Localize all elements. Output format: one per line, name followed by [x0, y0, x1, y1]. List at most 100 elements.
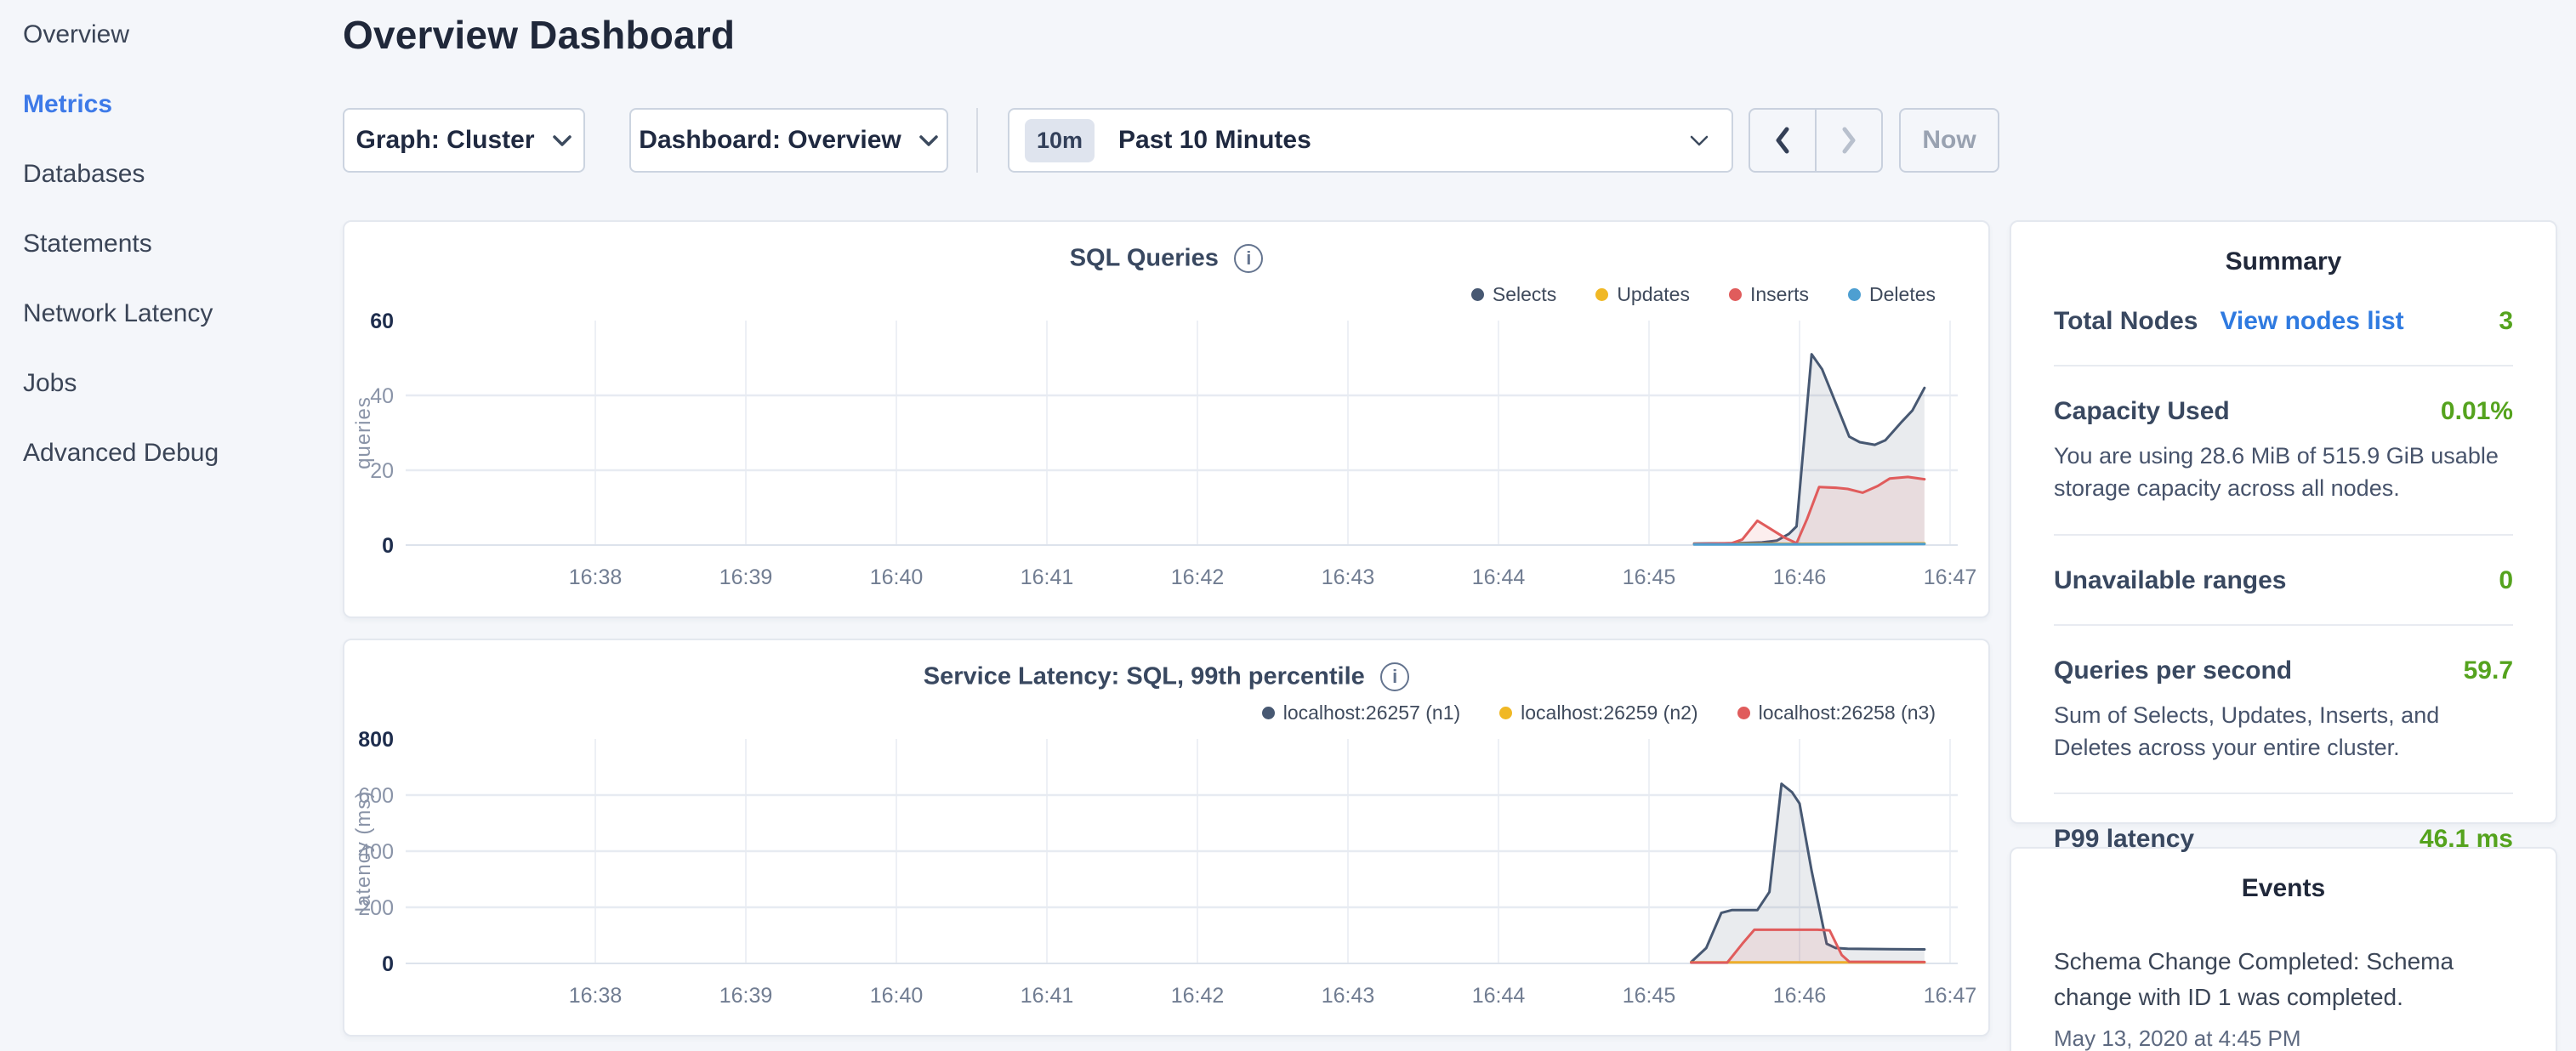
svg-text:16:41: 16:41 — [1021, 984, 1074, 1008]
svg-text:16:44: 16:44 — [1472, 565, 1526, 589]
graph-scope-dropdown[interactable]: Graph: Cluster — [343, 108, 585, 173]
svg-text:16:45: 16:45 — [1623, 984, 1676, 1008]
chevron-down-icon — [1689, 134, 1709, 147]
svg-text:queries: queries — [352, 396, 375, 469]
legend-dot-icon — [1595, 288, 1608, 301]
view-nodes-list-link[interactable]: View nodes list — [2220, 307, 2403, 336]
legend-label: Inserts — [1750, 283, 1809, 306]
summary-value: 3 — [2499, 307, 2513, 336]
summary-value: 46.1 ms — [2420, 825, 2513, 854]
svg-text:16:42: 16:42 — [1171, 565, 1225, 589]
event-timestamp: May 13, 2020 at 4:45 PM — [2054, 1025, 2513, 1051]
events-title: Events — [2054, 849, 2513, 903]
legend-label: Selects — [1493, 283, 1556, 306]
chevron-right-icon — [1840, 127, 1857, 154]
time-step-back-button[interactable] — [1750, 110, 1815, 171]
svg-text:16:38: 16:38 — [569, 984, 623, 1008]
sidebar-item-overview[interactable]: Overview — [0, 0, 323, 70]
dashboard-label: Dashboard: Overview — [639, 126, 901, 155]
svg-text:16:39: 16:39 — [719, 984, 773, 1008]
service-latency-chart-card: Service Latency: SQL, 99th percentile i … — [343, 639, 1990, 1037]
svg-text:0: 0 — [382, 534, 394, 558]
legend-item[interactable]: Deletes — [1848, 281, 1936, 307]
legend-item[interactable]: localhost:26258 (n3) — [1737, 700, 1936, 725]
sidebar-item-statements[interactable]: Statements — [0, 209, 323, 279]
sidebar-item-databases[interactable]: Databases — [0, 139, 323, 209]
summary-panel: Summary Total Nodes View nodes list 3 Ca… — [2010, 220, 2557, 824]
page-title: Overview Dashboard — [343, 12, 2557, 58]
svg-text:16:40: 16:40 — [870, 984, 924, 1008]
summary-row-total-nodes: Total Nodes View nodes list 3 — [2054, 276, 2513, 365]
now-button[interactable]: Now — [1899, 108, 1999, 173]
service-latency-chart[interactable]: 0200400600800latency (ms)16:3816:3916:40… — [344, 725, 1988, 1023]
svg-text:0: 0 — [382, 952, 394, 976]
events-panel: Events Schema Change Completed: Schema c… — [2010, 847, 2557, 1051]
summary-row-capacity-used: Capacity Used 0.01% You are using 28.6 M… — [2054, 365, 2513, 534]
legend-item[interactable]: localhost:26259 (n2) — [1499, 700, 1697, 725]
summary-label: Capacity Used — [2054, 397, 2230, 426]
chart-legend: Selects Updates Inserts Deletes — [344, 281, 1988, 307]
event-list-item[interactable]: Schema Change Completed: Schema change w… — [2054, 944, 2513, 1051]
summary-label: Unavailable ranges — [2054, 566, 2286, 595]
summary-title: Summary — [2054, 222, 2513, 276]
svg-text:16:47: 16:47 — [1924, 565, 1977, 589]
svg-text:16:41: 16:41 — [1021, 565, 1074, 589]
summary-label: P99 latency — [2054, 825, 2194, 854]
svg-text:16:45: 16:45 — [1623, 565, 1676, 589]
svg-text:60: 60 — [370, 310, 394, 333]
dashboard-dropdown[interactable]: Dashboard: Overview — [629, 108, 948, 173]
sidebar-item-advanced-debug[interactable]: Advanced Debug — [0, 418, 323, 488]
legend-dot-icon — [1499, 707, 1512, 719]
sidebar-item-metrics[interactable]: Metrics — [0, 70, 323, 139]
legend-item[interactable]: Updates — [1595, 281, 1690, 307]
controls-bar: Graph: Cluster Dashboard: Overview 10m P… — [343, 108, 2557, 173]
chevron-down-icon — [918, 134, 939, 147]
svg-text:16:43: 16:43 — [1322, 984, 1375, 1008]
summary-row-unavailable-ranges: Unavailable ranges 0 — [2054, 534, 2513, 624]
main-content: Overview Dashboard Graph: Cluster Dashbo… — [343, 0, 2557, 1051]
chart-title-row: SQL Queries i — [344, 244, 1988, 278]
summary-value: 59.7 — [2464, 656, 2513, 685]
legend-dot-icon — [1262, 707, 1275, 719]
svg-text:800: 800 — [358, 728, 394, 752]
svg-text:16:46: 16:46 — [1773, 984, 1827, 1008]
svg-text:16:38: 16:38 — [569, 565, 623, 589]
graph-scope-label: Graph: Cluster — [355, 126, 534, 155]
time-step-forward-button[interactable] — [1815, 110, 1881, 171]
summary-value: 0.01% — [2441, 397, 2513, 426]
time-range-selector[interactable]: 10m Past 10 Minutes — [1008, 108, 1733, 173]
svg-text:16:40: 16:40 — [870, 565, 924, 589]
legend-label: localhost:26257 (n1) — [1283, 702, 1460, 724]
legend-label: Deletes — [1869, 283, 1936, 306]
summary-row-queries-per-second: Queries per second 59.7 Sum of Selects, … — [2054, 624, 2513, 793]
time-step-buttons — [1749, 108, 1883, 173]
svg-text:16:39: 16:39 — [719, 565, 773, 589]
summary-label: Queries per second — [2054, 656, 2292, 685]
svg-text:16:44: 16:44 — [1472, 984, 1526, 1008]
time-range-label: Past 10 Minutes — [1118, 126, 1689, 155]
svg-text:16:43: 16:43 — [1322, 565, 1375, 589]
controls-divider — [976, 108, 978, 173]
summary-value: 0 — [2499, 566, 2513, 595]
legend-label: localhost:26258 (n3) — [1759, 702, 1936, 724]
svg-text:16:46: 16:46 — [1773, 565, 1827, 589]
legend-item[interactable]: Selects — [1471, 281, 1556, 307]
summary-subtext: Sum of Selects, Updates, Inserts, and De… — [2054, 699, 2513, 764]
chart-title: SQL Queries — [1070, 245, 1219, 272]
sql-queries-chart[interactable]: 0204060queries16:3816:3916:4016:4116:421… — [344, 307, 1988, 605]
chart-legend: localhost:26257 (n1) localhost:26259 (n2)… — [344, 700, 1988, 725]
info-icon[interactable]: i — [1380, 662, 1409, 691]
legend-item[interactable]: Inserts — [1729, 281, 1809, 307]
sidebar: Overview Metrics Databases Statements Ne… — [0, 0, 323, 1051]
charts-column: SQL Queries i Selects Updates Inserts Delet… — [343, 220, 1990, 1037]
legend-item[interactable]: localhost:26257 (n1) — [1262, 700, 1460, 725]
chart-title-row: Service Latency: SQL, 99th percentile i — [344, 662, 1988, 696]
sidebar-item-network-latency[interactable]: Network Latency — [0, 279, 323, 349]
legend-dot-icon — [1848, 288, 1861, 301]
event-text: Schema Change Completed: Schema change w… — [2054, 944, 2513, 1015]
sidebar-item-jobs[interactable]: Jobs — [0, 349, 323, 418]
summary-subtext: You are using 28.6 MiB of 515.9 GiB usab… — [2054, 440, 2513, 505]
chevron-left-icon — [1774, 127, 1791, 154]
chart-title: Service Latency: SQL, 99th percentile — [924, 663, 1365, 690]
info-icon[interactable]: i — [1234, 244, 1263, 273]
